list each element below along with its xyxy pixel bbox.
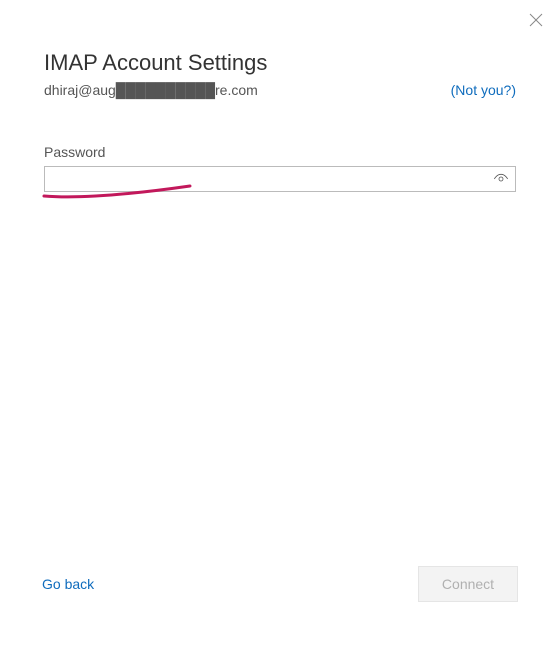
password-label: Password <box>44 144 516 160</box>
account-email: dhiraj@aug██████████re.com <box>44 82 258 98</box>
connect-button[interactable]: Connect <box>418 566 518 602</box>
dialog-footer: Go back Connect <box>0 566 560 602</box>
close-button[interactable] <box>524 8 548 32</box>
show-password-button[interactable] <box>487 167 515 191</box>
page-title: IMAP Account Settings <box>44 50 516 76</box>
dialog-content: IMAP Account Settings dhiraj@aug████████… <box>0 0 560 192</box>
not-you-link[interactable]: (Not you?) <box>451 82 516 98</box>
email-row: dhiraj@aug██████████re.com (Not you?) <box>44 82 516 98</box>
password-input-wrap <box>44 166 516 192</box>
password-input[interactable] <box>45 167 487 191</box>
go-back-link[interactable]: Go back <box>42 576 94 592</box>
close-icon <box>529 13 543 27</box>
eye-icon <box>493 171 509 187</box>
